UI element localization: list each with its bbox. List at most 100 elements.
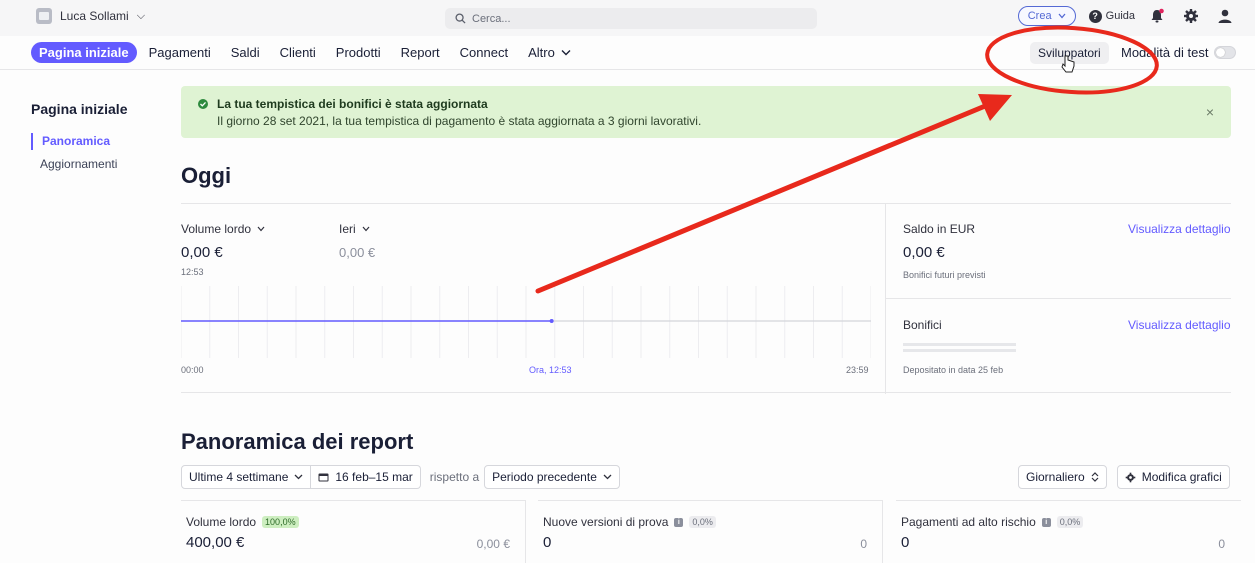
help-button[interactable]: ? Guida: [1088, 9, 1135, 23]
nav-balances[interactable]: Saldi: [223, 42, 268, 63]
nav-more-label: Altro: [528, 45, 555, 60]
check-circle-icon: [198, 99, 208, 109]
report-card-gross-volume[interactable]: Volume lordo 100,0% 400,00 € 0,00 €: [181, 500, 526, 563]
report-card-new-trials[interactable]: Nuove versioni di prova i 0,0% 0 0: [538, 500, 883, 563]
report-card-value: 400,00 €: [186, 534, 245, 551]
create-label: Crea: [1027, 10, 1052, 22]
report-card-value: 0: [901, 534, 910, 551]
create-button[interactable]: Crea: [1017, 6, 1076, 26]
report-card-compare: 0: [860, 537, 867, 551]
banner-text: Il giorno 28 set 2021, la tua tempistica…: [217, 114, 702, 128]
percent-badge: 100,0%: [262, 516, 299, 528]
granularity-select[interactable]: Giornaliero: [1018, 465, 1107, 489]
compare-period-label: Periodo precedente: [492, 470, 597, 484]
edit-charts-button[interactable]: Modifica grafici: [1116, 465, 1230, 489]
balance-value: 0,00 €: [903, 244, 945, 261]
percent-badge: 0,0%: [1056, 516, 1084, 528]
yesterday-selector[interactable]: Ieri: [339, 222, 370, 236]
nav-more[interactable]: Altro: [520, 42, 579, 63]
yesterday-value: 0,00 €: [339, 245, 376, 260]
toggle-switch[interactable]: [1214, 46, 1237, 59]
help-icon: ?: [1088, 9, 1102, 23]
nav-reports[interactable]: Report: [393, 42, 448, 63]
info-icon[interactable]: i: [674, 517, 684, 527]
test-mode-toggle[interactable]: Modalità di test: [1121, 45, 1237, 60]
report-card-value: 0: [543, 534, 552, 551]
nav-home[interactable]: Pagina iniziale: [31, 42, 137, 63]
gear-icon: [1184, 9, 1198, 23]
profile-button[interactable]: [1217, 8, 1233, 24]
success-banner: La tua tempistica dei bonifici è stata a…: [181, 86, 1231, 138]
info-icon[interactable]: i: [1041, 517, 1051, 527]
payouts-label: Bonifici: [903, 318, 942, 332]
help-label: Guida: [1105, 10, 1135, 22]
settings-button[interactable]: [1183, 8, 1199, 24]
sidebar-item-updates[interactable]: Aggiornamenti: [31, 157, 117, 171]
balance-subtext: Bonifici futuri previsti: [903, 270, 986, 280]
loading-placeholder: [903, 343, 1016, 346]
nav-connect[interactable]: Connect: [452, 42, 516, 63]
chevron-down-icon: [294, 474, 303, 480]
search-icon: [455, 13, 466, 24]
card-divider: [882, 501, 883, 563]
axis-end-label: 23:59: [846, 365, 869, 375]
date-range-picker[interactable]: 16 feb–15 mar: [311, 465, 421, 489]
edit-charts-label: Modifica grafici: [1141, 470, 1222, 484]
date-range-label: 16 feb–15 mar: [335, 470, 413, 484]
today-panel: Volume lordo 0,00 € 12:53 Ieri 0,00 € 00…: [181, 203, 1231, 394]
today-heading: Oggi: [181, 163, 232, 188]
yesterday-label: Ieri: [339, 222, 356, 236]
account-name: Luca Sollami: [60, 9, 129, 23]
percent-badge: 0,0%: [689, 516, 716, 528]
calendar-icon: [318, 473, 329, 482]
balance-details-link[interactable]: Visualizza dettaglio: [1128, 222, 1231, 236]
chevron-down-icon: [561, 50, 571, 56]
up-down-chevron-icon: [1091, 472, 1099, 482]
gross-volume-label: Volume lordo: [181, 222, 252, 236]
report-card-label: Volume lordo: [186, 515, 257, 529]
sidebar-title: Pagina iniziale: [31, 101, 128, 117]
reports-heading: Panoramica dei report: [181, 429, 414, 454]
user-icon: [1218, 9, 1232, 23]
report-card-compare: 0: [1218, 537, 1225, 551]
chevron-down-icon: [362, 226, 370, 232]
nav-payments[interactable]: Pagamenti: [141, 42, 219, 63]
search-input[interactable]: Cerca...: [445, 8, 817, 29]
period-label: Ultime 4 settimane: [189, 470, 289, 484]
panel-divider-horizontal: [886, 298, 1231, 299]
chevron-down-icon: [603, 474, 612, 480]
account-switcher[interactable]: Luca Sollami ⌵: [36, 8, 145, 24]
payouts-subtext: Depositato in data 25 feb: [903, 365, 1004, 375]
report-card-compare: 0,00 €: [476, 537, 510, 551]
axis-start-label: 00:00: [181, 365, 204, 375]
gross-volume-time: 12:53: [181, 267, 204, 277]
panel-divider: [885, 204, 886, 394]
loading-placeholder: [903, 349, 1016, 352]
report-card-label: Pagamenti ad alto rischio: [901, 515, 1036, 529]
payouts-details-link[interactable]: Visualizza dettaglio: [1128, 318, 1231, 332]
nav-customers[interactable]: Clienti: [272, 42, 324, 63]
compare-label: rispetto a: [429, 470, 480, 484]
period-select[interactable]: Ultime 4 settimane: [181, 465, 312, 489]
banner-title: La tua tempistica dei bonifici è stata a…: [217, 97, 488, 111]
today-chart: [181, 286, 871, 358]
top-bar: Luca Sollami ⌵ Cerca... Crea ? Guida: [0, 0, 1255, 36]
nav-products[interactable]: Prodotti: [328, 42, 389, 63]
chevron-down-icon: [1058, 13, 1066, 19]
search-placeholder: Cerca...: [472, 12, 511, 25]
data-point: [549, 319, 554, 323]
developers-button[interactable]: Sviluppatori: [1030, 42, 1109, 64]
chevron-down-icon: [257, 226, 265, 232]
gross-volume-selector[interactable]: Volume lordo: [181, 222, 265, 236]
report-card-high-risk-payments[interactable]: Pagamenti ad alto rischio i 0,0% 0 0: [896, 500, 1241, 563]
notifications-button[interactable]: [1149, 8, 1165, 24]
sidebar-item-overview[interactable]: Panoramica: [31, 133, 110, 150]
bell-icon: [1151, 8, 1164, 23]
close-icon[interactable]: ×: [1206, 104, 1214, 120]
compare-period-select[interactable]: Periodo precedente: [484, 465, 620, 489]
card-divider: [525, 501, 526, 563]
test-mode-label: Modalità di test: [1121, 45, 1209, 60]
gross-volume-value: 0,00 €: [181, 244, 223, 261]
balance-label: Saldo in EUR: [903, 222, 976, 236]
store-icon: [36, 8, 52, 24]
